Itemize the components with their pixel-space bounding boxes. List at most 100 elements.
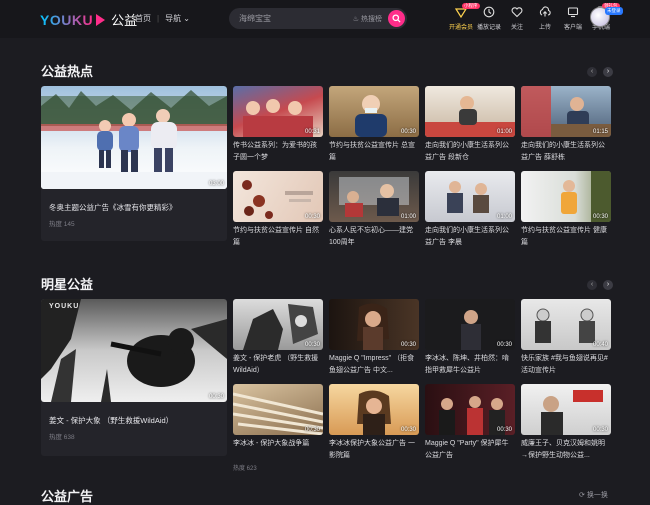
video-card[interactable]: 00:30 节约与扶贫公益宣传片 总宣篇 — [329, 86, 419, 163]
search-box[interactable]: 海绵宝宝 ♨ 热搜榜 — [229, 8, 407, 29]
logo-play-icon — [96, 13, 106, 26]
video-title: 姜文 - 保护老虎 （野生救援WildAid） — [233, 355, 319, 374]
history-button[interactable]: 播放记录 — [475, 6, 503, 31]
refresh-button[interactable]: ⟳ 换一换 — [579, 490, 608, 500]
vip-button[interactable]: 小程序 开通会员 — [447, 3, 480, 31]
video-duration: 01:00 — [400, 214, 416, 220]
search-button[interactable] — [388, 10, 405, 27]
video-card[interactable]: 00:30 李冰冰、陈坤、井柏然：啃指甲救犀牛公益片 — [425, 299, 515, 376]
upload-label: 上传 — [538, 25, 551, 31]
logo-subtitle: 公益 — [111, 13, 138, 28]
video-title: 李冰冰 - 保护大象战争篇 — [233, 440, 310, 447]
video-duration: 01:00 — [496, 129, 512, 135]
next-arrow-icon[interactable]: › — [603, 67, 613, 77]
video-duration: 00:40 — [592, 342, 608, 348]
prev-arrow-icon[interactable]: ‹ — [587, 67, 597, 77]
main-nav: 首页 | 导航 ⌄ — [135, 13, 190, 24]
video-thumbnail: 00:40 — [521, 299, 611, 350]
login-status-badge: 未登录 — [605, 7, 623, 15]
history-label: 播放记录 — [476, 25, 501, 31]
video-card[interactable]: 01:00 心系人民不忘初心——建党100周年 — [329, 171, 419, 248]
video-heat: 热度 638 — [49, 434, 75, 441]
chevron-down-icon: ⌄ — [181, 14, 191, 23]
follow-button[interactable]: 关注 — [503, 6, 531, 31]
video-card[interactable]: 00:30 Maggie Q "Party" 保护犀牛公益广告 — [425, 384, 515, 461]
video-card[interactable]: 00:31 传书公益系列：为爱书的孩子圆一个梦 — [233, 86, 323, 163]
video-duration: 01:15 — [592, 129, 608, 135]
video-duration: 00:31 — [304, 129, 320, 135]
video-card[interactable]: 00:30 威廉王子、贝克汉姆和姚明→保护野生动物公益... — [521, 384, 611, 461]
video-heat: 热度 145 — [49, 221, 75, 228]
video-duration: 00:30 — [400, 129, 416, 135]
hot-search-link[interactable]: ♨ 热搜榜 — [353, 14, 382, 24]
video-title: 走向我们的小康生活系列公益广告 薛舒栋 — [521, 142, 605, 161]
video-thumbnail: 03:00 — [41, 86, 227, 189]
video-title: 走向我们的小康生活系列公益广告 段新仓 — [425, 142, 509, 161]
video-thumbnail: 00:30 — [329, 86, 419, 137]
video-title: Maggie Q "Impress" （拒食鱼翅公益广告 中文... — [329, 355, 415, 374]
featured-video[interactable]: YOUKU 00:30 姜文 - 保护大象 （野生救援WildAid） 热度 6… — [41, 299, 227, 456]
video-card[interactable]: 00:30 节约与扶贫公益宣传片 自然篇 — [233, 171, 323, 248]
video-card[interactable]: 00:40 快乐家族 #我与鱼翅说再见# 活动宣传片 — [521, 299, 611, 376]
video-thumbnail: YOUKU 00:30 — [41, 299, 227, 402]
video-duration: 00:30 — [304, 427, 320, 433]
section-title: 公益热点 — [41, 64, 94, 79]
video-card[interactable]: 00:30 姜文 - 保护老虎 （野生救援WildAid） — [233, 299, 323, 376]
video-thumbnail: 00:30 — [329, 384, 419, 435]
nav-home[interactable]: 首页 — [135, 13, 151, 24]
upload-button[interactable]: 上传 — [531, 6, 559, 31]
top-bar: YOUKU 公益 首页 | 导航 ⌄ 海绵宝宝 ♨ 热搜榜 小程序 开通会员 播… — [0, 0, 650, 38]
video-thumbnail: 00:30 — [521, 171, 611, 222]
video-duration: 00:30 — [592, 427, 608, 433]
video-thumbnail: 00:31 — [233, 86, 323, 137]
video-card[interactable]: 00:30 李冰冰保护大象公益广告 一影院篇 — [329, 384, 419, 461]
video-duration: 00:30 — [496, 427, 512, 433]
video-card[interactable]: 00:30 李冰冰 - 保护大象战争篇 热度 623 — [233, 384, 323, 472]
video-card[interactable]: 01:00 走向我们的小康生活系列公益广告 李晨 — [425, 171, 515, 248]
video-title: 节约与扶贫公益宣传片 总宣篇 — [329, 142, 415, 161]
video-duration: 00:30 — [400, 342, 416, 348]
video-thumbnail: 00:30 — [233, 171, 323, 222]
video-title: 传书公益系列：为爱书的孩子圆一个梦 — [233, 142, 317, 161]
section-pager: ‹ › — [587, 280, 613, 290]
video-duration: 03:00 — [208, 181, 224, 187]
video-watermark: YOUKU — [49, 303, 80, 310]
hot-search-label: 热搜榜 — [361, 15, 382, 23]
video-title: 节约与扶贫公益宣传片 健康篇 — [521, 227, 607, 246]
video-title: 快乐家族 #我与鱼翅说再见# 活动宣传片 — [521, 355, 608, 374]
refresh-icon: ⟳ — [579, 492, 585, 499]
fire-icon: ♨ — [352, 15, 360, 23]
video-thumbnail: 01:15 — [521, 86, 611, 137]
video-card[interactable]: 01:00 走向我们的小康生活系列公益广告 段新仓 — [425, 86, 515, 163]
section-title: 明星公益 — [41, 277, 94, 292]
video-card[interactable]: 00:30 Maggie Q "Impress" （拒食鱼翅公益广告 中文... — [329, 299, 419, 376]
video-title: 姜文 - 保护大象 （野生救援WildAid） — [49, 416, 174, 425]
featured-video[interactable]: 03:00 冬奥主题公益广告《冰雪有你更精彩》 热度 145 — [41, 86, 227, 241]
vip-label: 开通会员 — [448, 25, 473, 31]
nav-menu[interactable]: 导航 ⌄ — [165, 13, 190, 24]
video-title: 心系人民不忘初心——建党100周年 — [329, 227, 413, 246]
video-duration: 00:30 — [592, 214, 608, 220]
next-arrow-icon[interactable]: › — [603, 280, 613, 290]
history-icon — [483, 6, 495, 18]
video-title: 李冰冰保护大象公益广告 一影院篇 — [329, 440, 415, 459]
video-thumbnail: 01:00 — [425, 86, 515, 137]
search-icon — [392, 14, 401, 23]
video-card[interactable]: 00:30 节约与扶贫公益宣传片 健康篇 — [521, 171, 611, 248]
video-thumbnail: 00:30 — [329, 299, 419, 350]
follow-label: 关注 — [510, 25, 523, 31]
video-title: 走向我们的小康生活系列公益广告 李晨 — [425, 227, 509, 246]
video-thumbnail: 00:30 — [425, 384, 515, 435]
video-title: 威廉王子、贝克汉姆和姚明→保护野生动物公益... — [521, 440, 605, 459]
prev-arrow-icon[interactable]: ‹ — [587, 280, 597, 290]
video-duration: 00:30 — [304, 214, 320, 220]
video-card[interactable]: 01:15 走向我们的小康生活系列公益广告 薛舒栋 — [521, 86, 611, 163]
video-thumbnail: 01:00 — [425, 171, 515, 222]
client-icon — [567, 7, 579, 18]
video-title: 冬奥主题公益广告《冰雪有你更精彩》 — [49, 203, 177, 212]
youku-logo[interactable]: YOUKU 公益 — [40, 10, 137, 29]
client-button[interactable]: 客户端 — [559, 6, 587, 31]
logo-text: YOUKU — [40, 11, 94, 28]
video-title: Maggie Q "Party" 保护犀牛公益广告 — [425, 440, 509, 459]
search-input[interactable]: 海绵宝宝 — [239, 13, 353, 24]
